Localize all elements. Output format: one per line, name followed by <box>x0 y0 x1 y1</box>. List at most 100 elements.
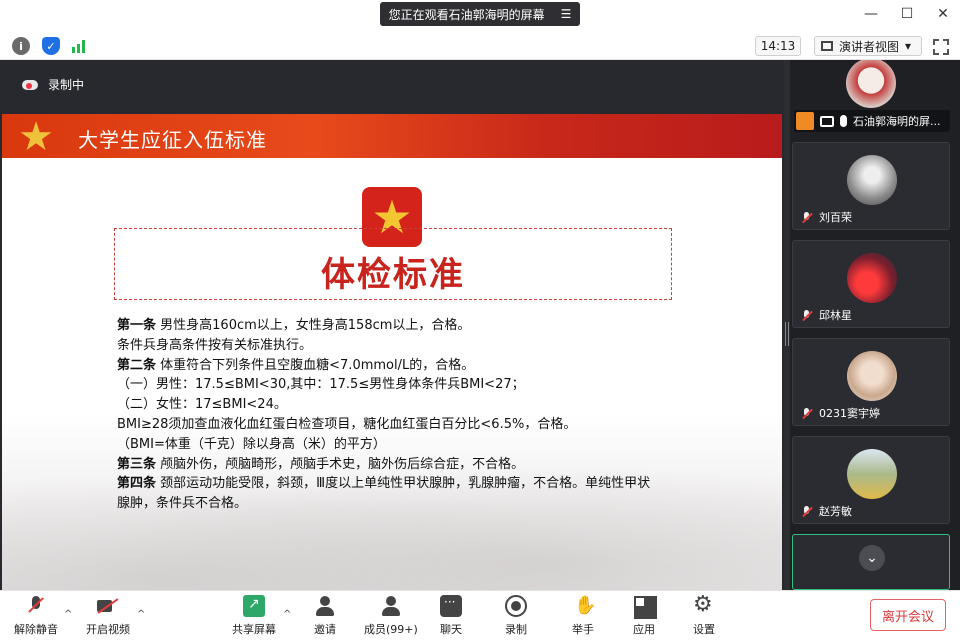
avatar <box>847 351 897 401</box>
shield-icon[interactable]: ✓ <box>42 37 60 55</box>
title-bar: 您正在观看石油郭海明的屏幕 ☰ — ☐ ✕ <box>0 0 960 32</box>
leave-meeting-button[interactable]: 离开会议 <box>870 599 946 631</box>
mic-muted-icon <box>801 310 813 322</box>
start-video-button[interactable]: 开启视频 <box>86 595 130 637</box>
meeting-subbar: i ✓ 14:13 演讲者视图 ▾ <box>0 32 960 60</box>
signal-icon[interactable] <box>72 39 85 53</box>
cloud-record-icon <box>22 79 38 90</box>
members-label: 成员(99+) <box>364 623 418 636</box>
video-off-icon <box>97 595 119 617</box>
fullscreen-icon[interactable] <box>933 39 949 55</box>
standard-title-box: 体检标准 <box>114 228 672 300</box>
mic-muted-icon <box>25 595 47 617</box>
participant-tile[interactable]: 邱林星 <box>792 240 950 328</box>
window-controls: — ☐ ✕ <box>864 6 950 22</box>
chevron-up-icon[interactable]: ^ <box>137 609 145 620</box>
chevron-up-icon[interactable]: ^ <box>64 609 72 620</box>
minimize-icon[interactable]: — <box>864 6 878 22</box>
presentation-slide: ★ 大学生应征入伍标准 ★ 体检标准 第一条 男性身高160cm以上，女性身高1… <box>2 114 782 612</box>
clause-line: 腺肿，条件兵不合格。 <box>117 496 248 512</box>
record-icon <box>505 595 527 617</box>
apps-button[interactable]: 应用 <box>633 595 655 637</box>
avatar <box>846 60 896 108</box>
participant-name-row: 石油郭海明的屏... <box>794 110 950 132</box>
shared-screen: 录制中 ★ 大学生应征入伍标准 ★ 体检标准 第一条 男性身高160cm以上，女… <box>0 60 784 612</box>
speaker-view-icon <box>821 41 833 51</box>
chevron-down-icon: ▾ <box>905 39 912 53</box>
members-icon <box>380 595 402 617</box>
invite-icon <box>314 595 336 617</box>
raise-hand-button[interactable]: 举手 <box>572 595 596 637</box>
participant-name: 刘百荣 <box>819 211 852 224</box>
mic-icon <box>840 115 847 127</box>
maximize-icon[interactable]: ☐ <box>900 6 914 22</box>
sharing-banner-text: 您正在观看石油郭海明的屏幕 <box>388 7 545 22</box>
clause-line: （BMI=体重（千克）除以身高（米）的平方） <box>117 436 386 452</box>
clause-line: 第一条 男性身高160cm以上，女性身高158cm以上，合格。 <box>117 318 471 333</box>
screen-share-icon <box>820 115 834 127</box>
chat-button[interactable]: 聊天 <box>440 595 462 637</box>
clause-line: 第二条 体重符合下列条件且空腹血糖<7.0mmol/L的，合格。 <box>117 357 475 373</box>
speaker-view-label: 演讲者视图 <box>839 39 900 54</box>
slide-header: ★ 大学生应征入伍标准 <box>2 114 782 158</box>
share-screen-button[interactable]: 共享屏幕 <box>232 595 276 637</box>
raise-hand-label: 举手 <box>572 623 594 636</box>
participant-tile[interactable]: 刘百荣 <box>792 142 950 230</box>
star-badge-icon: ★ <box>18 114 54 160</box>
participant-name: 0231窦宇婷 <box>819 407 880 420</box>
clause-line: 条件兵身高条件按有关标准执行。 <box>117 337 313 353</box>
speaker-view-button[interactable]: 演讲者视图 ▾ <box>814 36 922 56</box>
avatar <box>847 449 897 499</box>
chevron-down-icon[interactable]: ⌄ <box>859 545 885 571</box>
avatar <box>847 155 897 205</box>
menu-lines-icon[interactable]: ☰ <box>561 7 572 21</box>
meeting-timer: 14:13 <box>755 36 801 56</box>
recording-indicator: 录制中 <box>22 76 84 93</box>
participant-panel: 石油郭海明的屏... 刘百荣 邱林星 0231窦宇婷 赵芳敏 ⌄ <box>790 60 960 590</box>
participant-name: 石油郭海明的屏... <box>853 115 941 128</box>
mic-muted-icon <box>801 212 813 224</box>
mic-muted-icon <box>801 506 813 518</box>
chat-label: 聊天 <box>440 623 462 636</box>
panel-resize-handle[interactable] <box>785 322 789 346</box>
gear-icon <box>693 592 715 617</box>
clauses-text: 第一条 男性身高160cm以上，女性身高158cm以上，合格。 条件兵身高条件按… <box>117 316 677 514</box>
chevron-up-icon[interactable]: ^ <box>283 609 291 620</box>
clause-line: （一）男性：17.5≤BMI<30,其中：17.5≤男性身体条件兵BMI<27； <box>117 377 525 393</box>
meeting-controls: 解除静音 ^ 开启视频 ^ 共享屏幕 ^ 邀请 成员(99+) 聊天 录制 举手… <box>0 590 960 640</box>
apps-label: 应用 <box>633 623 655 636</box>
clause-line: 第四条 颈部运动功能受限，斜颈，Ⅲ度以上单纯性甲状腺肿，乳腺肿瘤，不合格。单纯性… <box>117 476 651 492</box>
clause-line: 第三条 颅脑外伤，颅脑畸形，颅脑手术史，脑外伤后综合症，不合格。 <box>117 456 525 472</box>
participant-tile[interactable]: 石油郭海明的屏... <box>792 60 950 132</box>
participant-tile[interactable]: 赵芳敏 <box>792 436 950 524</box>
slide-title: 大学生应征入伍标准 <box>78 128 267 152</box>
mic-muted-icon <box>801 408 813 420</box>
close-icon[interactable]: ✕ <box>936 6 950 22</box>
unmute-label: 解除静音 <box>14 623 58 636</box>
standard-title: 体检标准 <box>321 255 465 295</box>
chat-icon <box>440 595 462 617</box>
invite-label: 邀请 <box>314 623 336 636</box>
clause-line: BMI≥28须加查血液化血红蛋白检查项目，糖化血红蛋白百分比<6.5%，合格。 <box>117 416 577 432</box>
participant-name: 赵芳敏 <box>819 505 852 518</box>
invite-button[interactable]: 邀请 <box>314 595 336 637</box>
raise-hand-icon <box>572 595 596 617</box>
recording-label: 录制中 <box>48 78 85 92</box>
participant-name: 邱林星 <box>819 309 852 322</box>
unmute-button[interactable]: 解除静音 <box>14 595 58 637</box>
participant-tile[interactable]: ⌄ <box>792 534 950 590</box>
participant-tile[interactable]: 0231窦宇婷 <box>792 338 950 426</box>
apps-icon <box>633 595 655 617</box>
sharing-banner[interactable]: 您正在观看石油郭海明的屏幕 ☰ <box>380 2 580 26</box>
members-button[interactable]: 成员(99+) <box>364 595 418 637</box>
host-icon <box>796 112 814 130</box>
record-button[interactable]: 录制 <box>505 595 527 637</box>
info-icon[interactable]: i <box>12 37 30 55</box>
clause-line: （二）女性：17≤BMI<24。 <box>117 397 287 413</box>
start-video-label: 开启视频 <box>86 623 130 636</box>
settings-button[interactable]: 设置 <box>693 592 715 637</box>
meeting-status-icons: i ✓ <box>12 37 85 55</box>
share-screen-icon <box>243 595 265 617</box>
settings-label: 设置 <box>693 623 715 636</box>
share-screen-label: 共享屏幕 <box>232 623 276 636</box>
